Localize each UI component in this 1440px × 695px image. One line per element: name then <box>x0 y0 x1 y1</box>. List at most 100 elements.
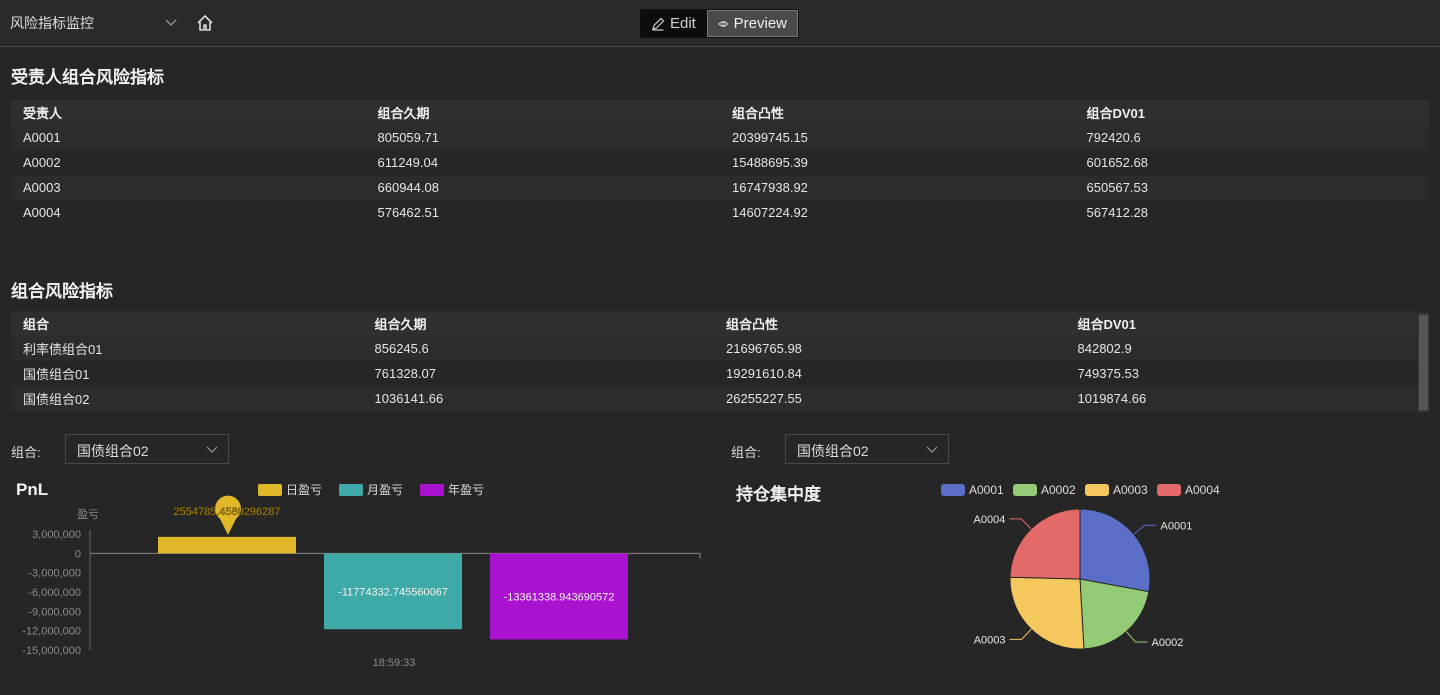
pie-slice-label: A0003 <box>974 634 1006 646</box>
table-cell: A0002 <box>23 155 61 170</box>
table-cell: 20399745.15 <box>732 130 808 145</box>
pie-slice-label: A0004 <box>974 514 1006 526</box>
legend-label: 日盈亏 <box>286 483 322 497</box>
table-cell: 576462.51 <box>377 205 439 220</box>
column-header[interactable]: 组合久期 <box>363 314 715 333</box>
column-header[interactable]: 组合凸性 <box>714 314 1066 333</box>
top-bar: 风险指标监控 Edit Preview <box>0 0 1440 47</box>
table-cell: A0003 <box>23 180 61 195</box>
home-icon[interactable] <box>196 14 214 32</box>
legend-label: A0003 <box>1113 483 1148 497</box>
table-cell: 15488695.39 <box>732 155 808 170</box>
pencil-icon <box>652 17 665 31</box>
bar-data-label: -11774332.745560067 <box>338 586 448 598</box>
portfolio-filter-value: 国债组合02 <box>77 443 149 459</box>
pie-leader-line <box>1133 524 1157 535</box>
table-header: 受责人 组合久期 组合凸性 组合DV01 <box>11 100 1429 125</box>
table-cell: 660944.08 <box>377 180 439 195</box>
table-row[interactable]: 国债组合02 1036141.66 26255227.55 1019874.66 <box>11 386 1417 411</box>
column-header[interactable]: 组合凸性 <box>720 103 1075 122</box>
chevron-down-icon <box>926 446 938 453</box>
table-cell: 19291610.84 <box>726 366 802 381</box>
table-cell: 利率债组合01 <box>23 342 103 357</box>
legend-swatch <box>1157 484 1181 496</box>
table-cell: 26255227.55 <box>726 391 802 406</box>
y-tick-label: -3,000,000 <box>28 568 81 580</box>
edit-preview-toggle: Edit Preview <box>640 9 799 38</box>
scrollbar-thumb[interactable] <box>1419 315 1428 410</box>
portfolio-risk-table: 组合 组合久期 组合凸性 组合DV01 利率债组合01 856245.6 216… <box>11 311 1417 411</box>
table-cell: 805059.71 <box>377 130 439 145</box>
pie-slice <box>1009 508 1081 580</box>
table-scrollbar[interactable] <box>1418 313 1429 412</box>
table-cell: 601652.68 <box>1086 155 1148 170</box>
table-row[interactable]: A0002 611249.04 15488695.39 601652.68 <box>11 150 1429 175</box>
legend-swatch <box>941 484 965 496</box>
dashboard-name: 风险指标监控 <box>10 15 94 31</box>
column-header[interactable]: 受责人 <box>11 103 366 122</box>
pie-leader-line <box>1009 628 1032 640</box>
table-cell: 国债组合01 <box>23 367 90 382</box>
table-header: 组合 组合久期 组合凸性 组合DV01 <box>11 311 1417 336</box>
dashboard-selector[interactable]: 风险指标监控 <box>10 13 180 35</box>
legend-label: 年盈亏 <box>448 483 484 497</box>
assignee-risk-title: 受责人组合风险指标 <box>11 68 164 87</box>
table-cell: A0004 <box>23 205 61 220</box>
bar-data-label: 2554785.4580296287 <box>173 506 280 518</box>
column-header[interactable]: 组合DV01 <box>1066 314 1418 333</box>
preview-button[interactable]: Preview <box>707 10 798 37</box>
table-cell: 761328.07 <box>374 366 436 381</box>
y-tick-label: -15,000,000 <box>22 645 81 657</box>
edit-label: Edit <box>670 15 696 32</box>
chevron-down-icon <box>165 19 177 26</box>
table-row[interactable]: 利率债组合01 856245.6 21696765.98 842802.9 <box>11 336 1417 361</box>
portfolio-filter-label: 组合: <box>11 445 41 460</box>
pie-slice <box>1009 576 1085 650</box>
table-row[interactable]: A0001 805059.71 20399745.15 792420.6 <box>11 125 1429 150</box>
table-cell: 611249.04 <box>377 155 439 170</box>
legend-swatch <box>420 484 444 496</box>
table-cell: A0001 <box>23 130 61 145</box>
y-tick-label: -12,000,000 <box>22 626 81 638</box>
table-cell: 1036141.66 <box>374 391 444 406</box>
column-header[interactable]: 组合DV01 <box>1075 103 1430 122</box>
legend-label: 月盈亏 <box>367 483 403 497</box>
table-row[interactable]: 国债组合01 761328.07 19291610.84 749375.53 <box>11 361 1417 386</box>
table-cell: 650567.53 <box>1086 180 1148 195</box>
preview-label: Preview <box>733 15 787 32</box>
edit-button[interactable]: Edit <box>641 10 707 37</box>
table-cell: 国债组合02 <box>23 392 90 407</box>
legend-swatch <box>1085 484 1109 496</box>
pnl-bar <box>158 536 296 554</box>
legend-label: A0004 <box>1185 483 1220 497</box>
portfolio-filter-label-right: 组合: <box>731 445 761 460</box>
y-tick-label: -6,000,000 <box>28 587 81 599</box>
table-cell: 792420.6 <box>1086 130 1141 145</box>
table-row[interactable]: A0003 660944.08 16747938.92 650567.53 <box>11 175 1429 200</box>
pnl-chart: 日盈亏 月盈亏 年盈亏盈亏 3,000,000 0 -3,000,000 -6,000,00… <box>22 483 701 669</box>
portfolio-filter-select[interactable]: 国债组合02 <box>65 434 229 464</box>
x-tick-label: 18:59:33 <box>373 657 416 669</box>
eye-icon <box>718 20 729 27</box>
portfolio-filter-value-right: 国债组合02 <box>797 443 869 459</box>
pie-slice-label: A0001 <box>1161 520 1193 532</box>
table-cell: 856245.6 <box>374 341 429 356</box>
y-tick-label: -9,000,000 <box>28 606 81 618</box>
legend-swatch <box>258 484 282 496</box>
legend-label: A0002 <box>1041 483 1076 497</box>
pie-slice-label: A0002 <box>1152 637 1184 649</box>
table-cell: 21696765.98 <box>726 341 802 356</box>
pie-slice <box>1079 578 1150 650</box>
column-header[interactable]: 组合久期 <box>366 103 721 122</box>
legend-swatch <box>1013 484 1037 496</box>
y-tick-label: 3,000,000 <box>32 529 81 541</box>
y-axis-label: 盈亏 <box>77 508 99 521</box>
y-tick-label: 0 <box>75 548 81 560</box>
table-row[interactable]: A0004 576462.51 14607224.92 567412.28 <box>11 200 1429 225</box>
table-cell: 16747938.92 <box>732 180 808 195</box>
portfolio-risk-title: 组合风险指标 <box>11 282 113 301</box>
portfolio-filter-select-right[interactable]: 国债组合02 <box>785 434 949 464</box>
table-cell: 14607224.92 <box>732 205 808 220</box>
bar-data-label: -13361338.943690572 <box>504 591 615 603</box>
column-header[interactable]: 组合 <box>11 314 363 333</box>
